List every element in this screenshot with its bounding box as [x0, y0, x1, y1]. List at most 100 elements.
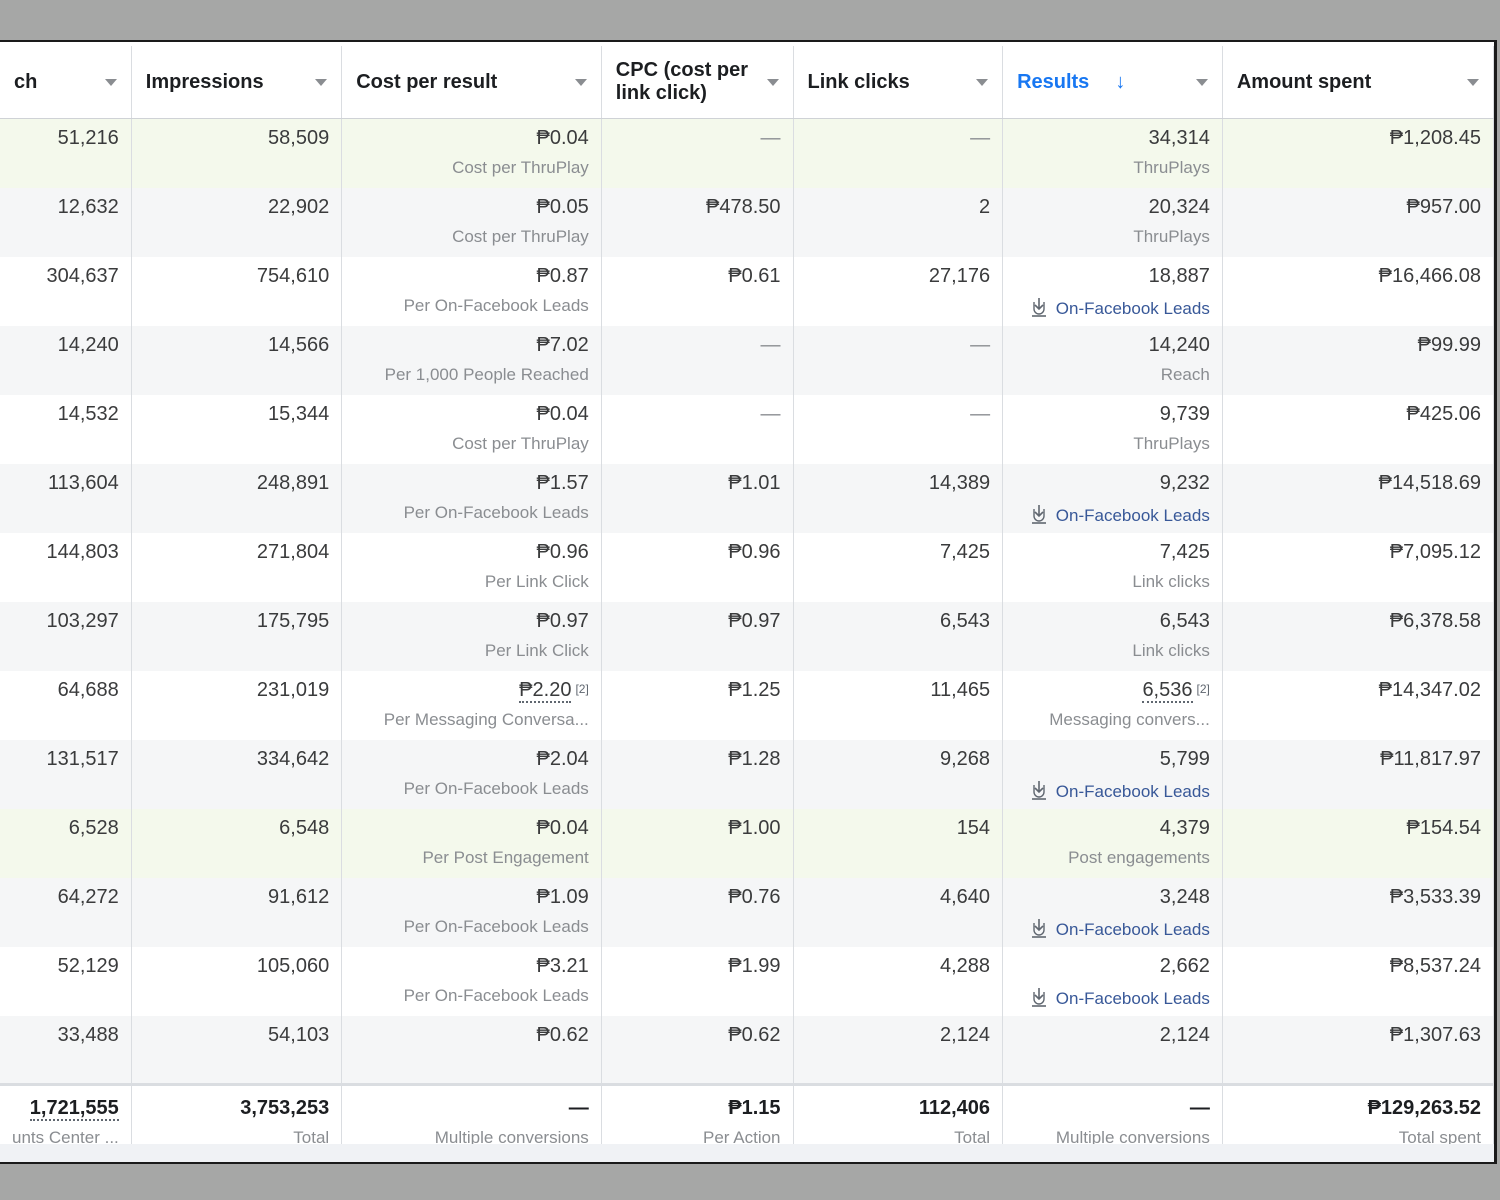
cell-value: 14,566	[268, 333, 330, 356]
column-header-results[interactable]: Results ↓	[1002, 46, 1223, 119]
result-type-link[interactable]: On-Facebook Leads	[1015, 287, 1210, 319]
column-header-reach[interactable]: ch	[0, 46, 132, 119]
table-row[interactable]: 14,532 15,344 ₱0.04 Cost per ThruPlay — — 9,73…	[0, 394, 1494, 464]
cell-value: ₱1,208.45	[1389, 127, 1481, 149]
column-header-cpc[interactable]: CPC (cost per link click)	[601, 46, 794, 119]
cpc-cell: ₱1.28	[601, 739, 794, 809]
cell-subtitle: Link clicks	[1015, 632, 1209, 661]
column-header-amount-spent[interactable]: Amount spent	[1222, 46, 1494, 119]
cell-value: 231,019	[256, 678, 330, 701]
table-row[interactable]: 304,637 754,610 ₱0.87 Per On-Facebook Leads…	[0, 256, 1494, 326]
cell-subtitle: Per On-Facebook Leads	[354, 770, 589, 799]
link-clicks-cell: 4,288	[793, 946, 1004, 1016]
cpc-cell: —	[601, 325, 794, 395]
results-cell: 3,248 On-Facebook Leads	[1002, 877, 1223, 947]
cell-value-text[interactable]: 6,536	[1142, 678, 1193, 703]
cell-value: 175,795	[256, 609, 330, 632]
cell-subtitle: Per Post Engagement	[354, 839, 589, 868]
results-cell: 18,887 On-Facebook Leads	[1002, 256, 1223, 326]
empty-value-dash: —	[970, 333, 991, 356]
results-cell: 9,739 ThruPlays	[1002, 394, 1223, 464]
reach-cell: 131,517	[0, 739, 132, 809]
reach-cell: 144,803	[0, 532, 132, 602]
footnote-marker[interactable]: [2]	[1197, 682, 1210, 696]
table-row[interactable]: 131,517 334,642 ₱2.04 Per On-Facebook Leads…	[0, 739, 1494, 809]
total-value: ₱1.15	[614, 1088, 780, 1119]
impressions-cell: 248,891	[131, 463, 343, 533]
cell-value: 271,804	[256, 540, 330, 563]
cell-value: 11,465	[930, 678, 991, 701]
table-row[interactable]: 51,216 58,509 ₱0.04 Cost per ThruPlay — — 34,3…	[0, 118, 1494, 188]
table-row[interactable]: 113,604 248,891 ₱1.57 Per On-Facebook Leads…	[0, 463, 1494, 533]
cell-subtitle-text: Messaging convers...	[1049, 709, 1210, 729]
impressions-cell: 334,642	[131, 739, 343, 809]
empty-value-dash: —	[970, 402, 991, 425]
result-type-link[interactable]: On-Facebook Leads	[1015, 908, 1210, 940]
results-cell: 2,662 On-Facebook Leads	[1002, 946, 1223, 1016]
total-value[interactable]: 1,721,555	[12, 1088, 119, 1121]
cell-value-text: ₱2.04	[536, 747, 589, 770]
column-menu-caret-icon[interactable]	[976, 79, 989, 86]
reach-cell: 12,632	[0, 187, 132, 257]
link-clicks-cell: 6,543	[793, 601, 1004, 671]
cell-value-text: 5,799	[1159, 747, 1210, 770]
cell-value: 14,240	[57, 333, 119, 356]
cost-per-result-cell: ₱2.04 Per On-Facebook Leads	[341, 739, 602, 809]
result-type-link[interactable]: On-Facebook Leads	[1015, 977, 1210, 1009]
table-row[interactable]: 64,688 231,019 ₱2.20 [2] Per Messaging Conve…	[0, 670, 1494, 740]
column-header-label: ch	[14, 70, 38, 93]
cell-value: 52,129	[57, 954, 119, 977]
cell-value-text: 14,240	[1148, 333, 1210, 356]
column-header-link-clicks[interactable]: Link clicks	[793, 46, 1004, 119]
column-header-impressions[interactable]: Impressions	[131, 46, 343, 119]
cell-value: 9,232	[1015, 464, 1210, 494]
table-row[interactable]: 14,240 14,566 ₱7.02 Per 1,000 People Reache…	[0, 325, 1494, 395]
results-cell: 7,425 Link clicks	[1002, 532, 1223, 602]
reach-cell: 64,272	[0, 877, 132, 947]
column-menu-caret-icon[interactable]	[1195, 79, 1208, 86]
cell-value-text[interactable]: ₱2.20	[519, 678, 572, 703]
cell-subtitle-text: Per Post Engagement	[422, 847, 589, 867]
table-row[interactable]: 52,129 105,060 ₱3.21 Per On-Facebook Leads ₱…	[0, 946, 1494, 1016]
result-type-link[interactable]: On-Facebook Leads	[1015, 494, 1210, 526]
cell-value: 6,536 [2]	[1015, 671, 1210, 703]
cell-value: ₱1.09	[354, 878, 589, 908]
reach-cell: 103,297	[0, 601, 132, 671]
column-menu-caret-icon[interactable]	[315, 79, 328, 86]
table-row[interactable]: 6,528 6,548 ₱0.04 Per Post Engagement ₱1.00 1…	[0, 808, 1494, 878]
total-value-text: —	[1189, 1097, 1210, 1119]
table-row[interactable]: 103,297 175,795 ₱0.97 Per Link Click ₱0.97 6,…	[0, 601, 1494, 671]
download-lead-icon	[1031, 780, 1046, 800]
cell-subtitle: ThruPlays	[1015, 425, 1210, 454]
cell-value: ₱3.21	[354, 947, 589, 977]
cell-value: 2,124	[940, 1023, 991, 1046]
amount-spent-cell: ₱6,378.58	[1222, 601, 1494, 671]
table-row[interactable]: 12,632 22,902 ₱0.05 Cost per ThruPlay ₱478.5…	[0, 187, 1494, 257]
column-menu-caret-icon[interactable]	[574, 79, 587, 86]
cell-subtitle: Cost per ThruPlay	[354, 425, 589, 454]
column-menu-caret-icon[interactable]	[104, 79, 117, 86]
column-menu-caret-icon[interactable]	[766, 79, 779, 86]
cell-subtitle: ThruPlays	[1015, 218, 1210, 247]
impressions-cell: 175,795	[131, 601, 343, 671]
cell-subtitle-text: Cost per ThruPlay	[452, 158, 589, 177]
empty-value-dash: —	[760, 333, 781, 356]
results-cell: 5,799 On-Facebook Leads	[1002, 739, 1223, 809]
table-row[interactable]: 64,272 91,612 ₱1.09 Per On-Facebook Leads ₱0…	[0, 877, 1494, 947]
cpc-cell: ₱0.62	[601, 1015, 794, 1085]
column-header-cost-per-result[interactable]: Cost per result	[341, 46, 602, 119]
link-clicks-cell: —	[793, 325, 1004, 395]
cell-subtitle: Per Link Click	[354, 563, 589, 592]
download-lead-icon	[1031, 918, 1046, 938]
footnote-marker[interactable]: [2]	[575, 682, 588, 696]
table-row[interactable]: 144,803 271,804 ₱0.96 Per Link Click ₱0.96 7,…	[0, 532, 1494, 602]
cell-value-text: 7,425	[1159, 540, 1210, 563]
cell-value-text: 18,887	[1148, 264, 1210, 287]
reach-cell: 113,604	[0, 463, 132, 533]
cell-value: ₱8,537.24	[1389, 954, 1481, 977]
cell-value: ₱0.05	[354, 188, 589, 218]
table-row[interactable]: 33,488 54,103 ₱0.62 ₱0.62 2,124 2,124 ₱1,307.6…	[0, 1015, 1494, 1085]
cell-value: 20,324	[1015, 188, 1210, 218]
result-type-link[interactable]: On-Facebook Leads	[1015, 770, 1210, 802]
column-menu-caret-icon[interactable]	[1467, 79, 1479, 86]
